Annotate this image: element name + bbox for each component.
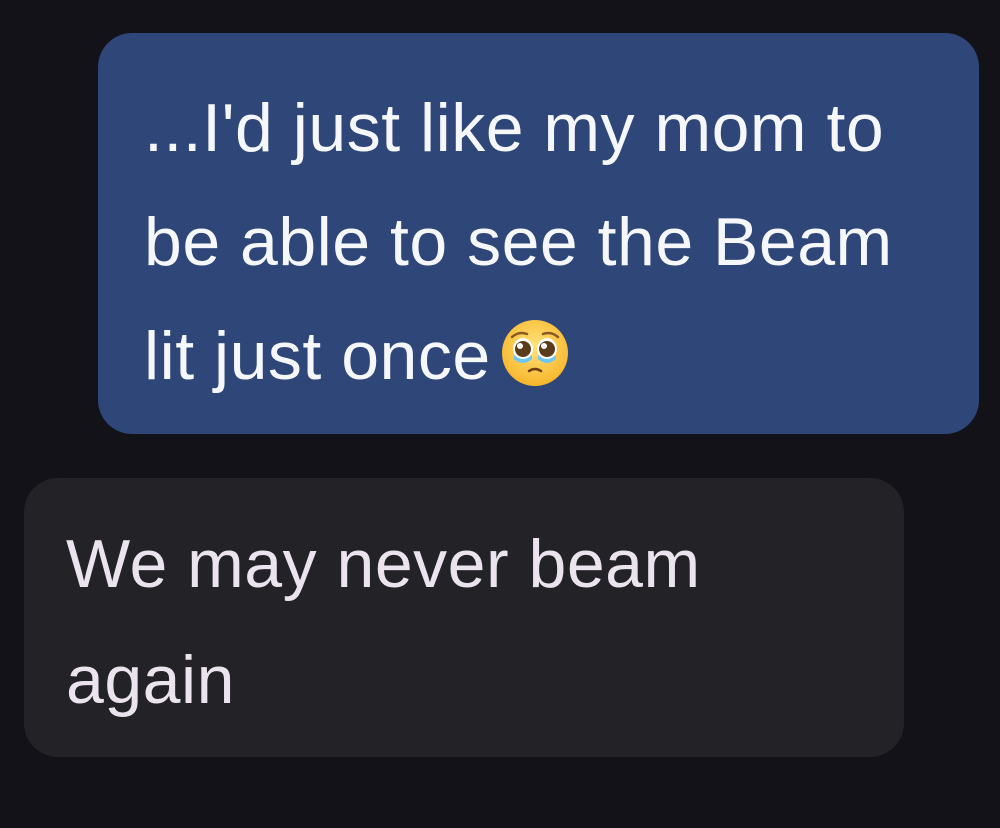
- outgoing-message-text: ...I'd just like my mom to be able to se…: [144, 71, 939, 413]
- pleading-face-with-tears-icon: [501, 320, 568, 387]
- incoming-message-text: We may never beam again: [66, 526, 701, 718]
- message-thread: ...I'd just like my mom to be able to se…: [0, 0, 1000, 828]
- incoming-message-bubble[interactable]: We may never beam again: [24, 478, 904, 757]
- outgoing-message-bubble[interactable]: ...I'd just like my mom to be able to se…: [98, 33, 979, 434]
